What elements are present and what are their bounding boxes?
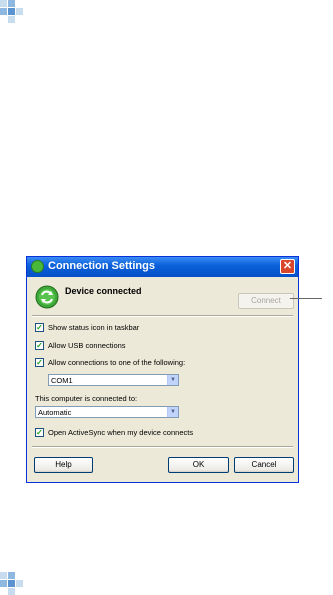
ok-button-label: OK bbox=[192, 460, 205, 469]
decorative-squares-top bbox=[0, 0, 23, 23]
close-icon: ✕ bbox=[282, 260, 293, 272]
checkbox-allow-usb[interactable]: ✓ bbox=[35, 341, 44, 350]
sync-icon bbox=[35, 285, 59, 309]
help-button-label: Help bbox=[55, 460, 72, 469]
option-show-status-icon[interactable]: ✓ Show status icon in taskbar bbox=[35, 323, 255, 334]
network-select[interactable]: Automatic ▼ bbox=[35, 406, 179, 418]
option-allow-usb[interactable]: ✓ Allow USB connections bbox=[35, 341, 255, 352]
chevron-down-icon[interactable]: ▼ bbox=[167, 407, 178, 417]
option-label: Open ActiveSync when my device connects bbox=[48, 428, 194, 437]
connect-button-label: Connect bbox=[251, 296, 281, 305]
option-label: Show status icon in taskbar bbox=[48, 323, 140, 332]
checkbox-open-activesync[interactable]: ✓ bbox=[35, 428, 44, 437]
close-button[interactable]: ✕ bbox=[280, 259, 295, 274]
option-allow-connections[interactable]: ✓ Allow connections to one of the follow… bbox=[35, 358, 275, 369]
connection-settings-dialog: Connection Settings ✕ Device connected C… bbox=[26, 256, 299, 483]
port-select-value: COM1 bbox=[51, 376, 73, 385]
checkbox-show-status-icon[interactable]: ✓ bbox=[35, 323, 44, 332]
cancel-button-label: Cancel bbox=[251, 460, 277, 469]
option-label: Allow connections to one of the followin… bbox=[48, 358, 186, 367]
option-open-activesync[interactable]: ✓ Open ActiveSync when my device connect… bbox=[35, 428, 285, 439]
title-bar[interactable]: Connection Settings ✕ bbox=[27, 257, 298, 277]
option-label: Allow USB connections bbox=[48, 341, 126, 350]
divider-top bbox=[32, 315, 293, 317]
activesync-icon bbox=[31, 260, 44, 273]
connect-button[interactable]: Connect bbox=[238, 293, 294, 309]
ok-button[interactable]: OK bbox=[168, 457, 229, 473]
callout-line bbox=[290, 298, 322, 299]
cancel-button[interactable]: Cancel bbox=[234, 457, 294, 473]
chevron-down-icon[interactable]: ▼ bbox=[167, 375, 178, 385]
network-select-value: Automatic bbox=[38, 408, 72, 417]
port-select[interactable]: COM1 ▼ bbox=[48, 374, 179, 386]
help-button[interactable]: Help bbox=[34, 457, 93, 473]
computer-connected-label: This computer is connected to: bbox=[35, 394, 138, 403]
checkbox-allow-connections[interactable]: ✓ bbox=[35, 358, 44, 367]
divider-bottom bbox=[32, 446, 293, 448]
dialog-title: Connection Settings bbox=[48, 260, 155, 272]
decorative-squares-bottom bbox=[0, 572, 23, 595]
connection-status: Device connected bbox=[65, 286, 142, 296]
